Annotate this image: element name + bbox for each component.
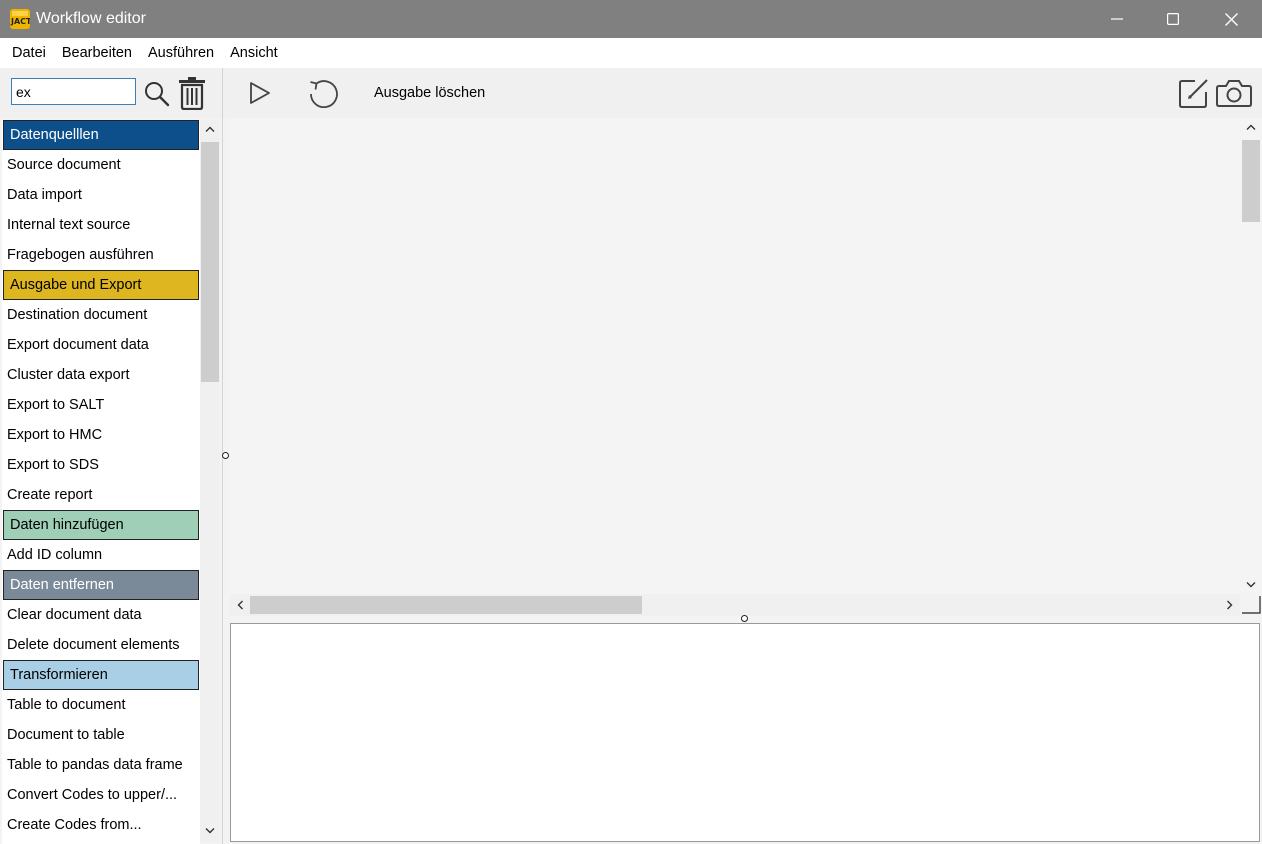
- camera-icon[interactable]: [1216, 78, 1252, 108]
- list-item[interactable]: Export to SALT: [2, 390, 200, 420]
- list-item[interactable]: Export document data: [2, 330, 200, 360]
- canvas-scroll-right-icon[interactable]: [1220, 594, 1240, 616]
- resize-grip-icon[interactable]: [1241, 596, 1261, 614]
- list-item[interactable]: Cluster data export: [2, 360, 200, 390]
- list-item[interactable]: Document to table: [2, 720, 200, 750]
- output-panel[interactable]: [230, 623, 1260, 842]
- window-title: Workflow editor: [36, 10, 146, 27]
- list-item[interactable]: Delete document elements: [2, 630, 200, 660]
- list-item[interactable]: Destination document: [2, 300, 200, 330]
- edit-icon[interactable]: [1178, 77, 1210, 109]
- reset-icon[interactable]: [307, 77, 341, 111]
- category-header[interactable]: Daten hinzufügen: [3, 510, 199, 540]
- tool-list: Datenquelllen Source document Data import I…: [2, 120, 200, 844]
- minimize-button[interactable]: [1088, 0, 1146, 38]
- canvas-horizontal-scroll-thumb[interactable]: [250, 596, 642, 614]
- close-button[interactable]: [1202, 0, 1260, 38]
- list-item[interactable]: Create Codes from...: [2, 810, 200, 840]
- tool-search-bar: [0, 68, 222, 118]
- tool-list-scroll-thumb[interactable]: [201, 142, 219, 382]
- canvas-vertical-scroll-thumb[interactable]: [1242, 140, 1260, 222]
- category-header[interactable]: Ausgabe und Export: [3, 270, 199, 300]
- category-header[interactable]: Datenquelllen: [3, 120, 199, 150]
- tool-list-scrollbar[interactable]: [200, 120, 220, 842]
- search-input[interactable]: [11, 78, 136, 105]
- title-bar: JACT Workflow editor: [0, 0, 1262, 38]
- close-icon: [1224, 12, 1238, 26]
- menu-ausfuehren[interactable]: Ausführen: [140, 38, 222, 68]
- canvas-vertical-scrollbar[interactable]: [1240, 118, 1262, 594]
- horizontal-splitter-handle[interactable]: [741, 615, 748, 622]
- list-item[interactable]: Export to HMC: [2, 420, 200, 450]
- menu-datei[interactable]: Datei: [4, 38, 54, 68]
- list-item[interactable]: Export to SDS: [2, 450, 200, 480]
- workflow-canvas[interactable]: [230, 118, 1240, 594]
- canvas-scroll-left-icon[interactable]: [230, 594, 250, 616]
- search-icon[interactable]: [144, 81, 170, 107]
- list-item[interactable]: Internal text source: [2, 210, 200, 240]
- minimize-icon: [1111, 18, 1123, 20]
- list-item[interactable]: Data import: [2, 180, 200, 210]
- category-header[interactable]: Transformieren: [3, 660, 199, 690]
- list-item[interactable]: Add ID column: [2, 540, 200, 570]
- trash-icon[interactable]: [177, 76, 207, 110]
- app-logo-text: JACT: [11, 17, 30, 26]
- list-item[interactable]: Create report: [2, 480, 200, 510]
- scroll-down-icon[interactable]: [200, 822, 220, 840]
- list-item[interactable]: Table to document: [2, 690, 200, 720]
- workflow-toolbar: Ausgabe löschen: [223, 68, 1262, 118]
- list-item[interactable]: Clear document data: [2, 600, 200, 630]
- canvas-scroll-up-icon[interactable]: [1240, 118, 1262, 136]
- play-icon[interactable]: [248, 81, 272, 105]
- category-header[interactable]: Daten entfernen: [3, 570, 199, 600]
- menu-bar: Datei Bearbeiten Ausführen Ansicht: [0, 38, 1262, 68]
- canvas-horizontal-scrollbar[interactable]: [230, 594, 1240, 616]
- clear-output-button[interactable]: Ausgabe löschen: [374, 83, 485, 103]
- list-item[interactable]: Convert Codes to upper/...: [2, 780, 200, 810]
- maximize-icon: [1167, 13, 1179, 25]
- list-item[interactable]: Table to pandas data frame: [2, 750, 200, 780]
- canvas-scroll-down-icon[interactable]: [1240, 576, 1262, 594]
- maximize-button[interactable]: [1144, 0, 1202, 38]
- menu-ansicht[interactable]: Ansicht: [222, 38, 286, 68]
- vertical-splitter-handle[interactable]: [222, 452, 229, 459]
- list-item[interactable]: Source document: [2, 150, 200, 180]
- list-item[interactable]: Fragebogen ausführen: [2, 240, 200, 270]
- menu-bearbeiten[interactable]: Bearbeiten: [54, 38, 140, 68]
- scroll-up-icon[interactable]: [200, 120, 220, 138]
- app-logo-icon: JACT: [10, 9, 30, 29]
